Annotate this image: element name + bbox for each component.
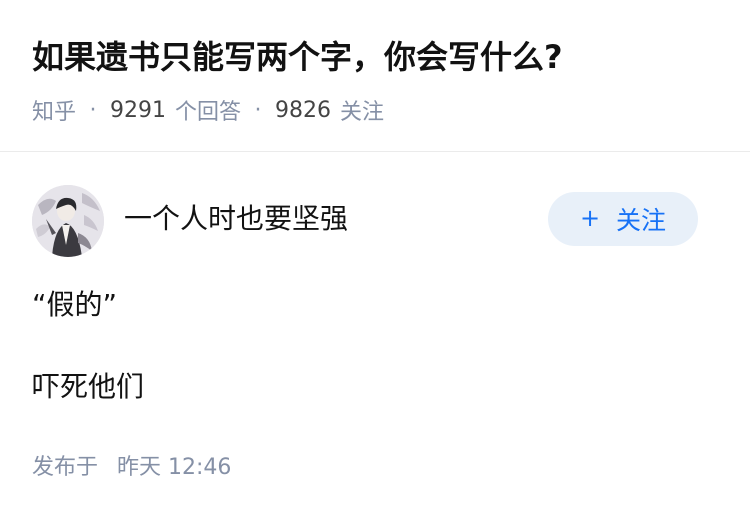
publish-time-value: 昨天 12:46 [117, 455, 232, 480]
author-name[interactable]: 一个人时也要坚强 [124, 199, 348, 239]
follower-count-label[interactable]: 关注 [340, 94, 384, 126]
answer-count: 9291 [110, 97, 167, 123]
answer-paragraph: 吓死他们 [32, 370, 145, 403]
follow-button[interactable]: + 关注 [548, 192, 698, 246]
answer-page: 如果遗书只能写两个字，你会写什么? 知乎 · 9291 个回答 · 9826 关… [0, 0, 750, 518]
answer-paragraph: “假的” [32, 288, 118, 321]
avatar-portrait-icon [32, 185, 104, 257]
author-row: 一个人时也要坚强 + 关注 [32, 183, 698, 257]
author-avatar[interactable] [32, 185, 104, 257]
follow-label: 关注 [616, 206, 667, 235]
meta-separator: · [89, 97, 97, 123]
plus-icon: + [579, 204, 601, 232]
divider [0, 151, 750, 152]
meta-separator: · [254, 97, 262, 123]
answer-content: “假的” 吓死他们 [32, 284, 722, 448]
answer-count-label[interactable]: 个回答 [175, 94, 241, 126]
source-label[interactable]: 知乎 [32, 94, 76, 126]
publish-time-prefix: 发布于 [32, 455, 99, 480]
question-title[interactable]: 如果遗书只能写两个字，你会写什么? [32, 34, 722, 80]
question-meta: 知乎 · 9291 个回答 · 9826 关注 [32, 94, 384, 126]
follower-count: 9826 [275, 97, 332, 123]
publish-time: 发布于 昨天 12:46 [32, 452, 231, 484]
